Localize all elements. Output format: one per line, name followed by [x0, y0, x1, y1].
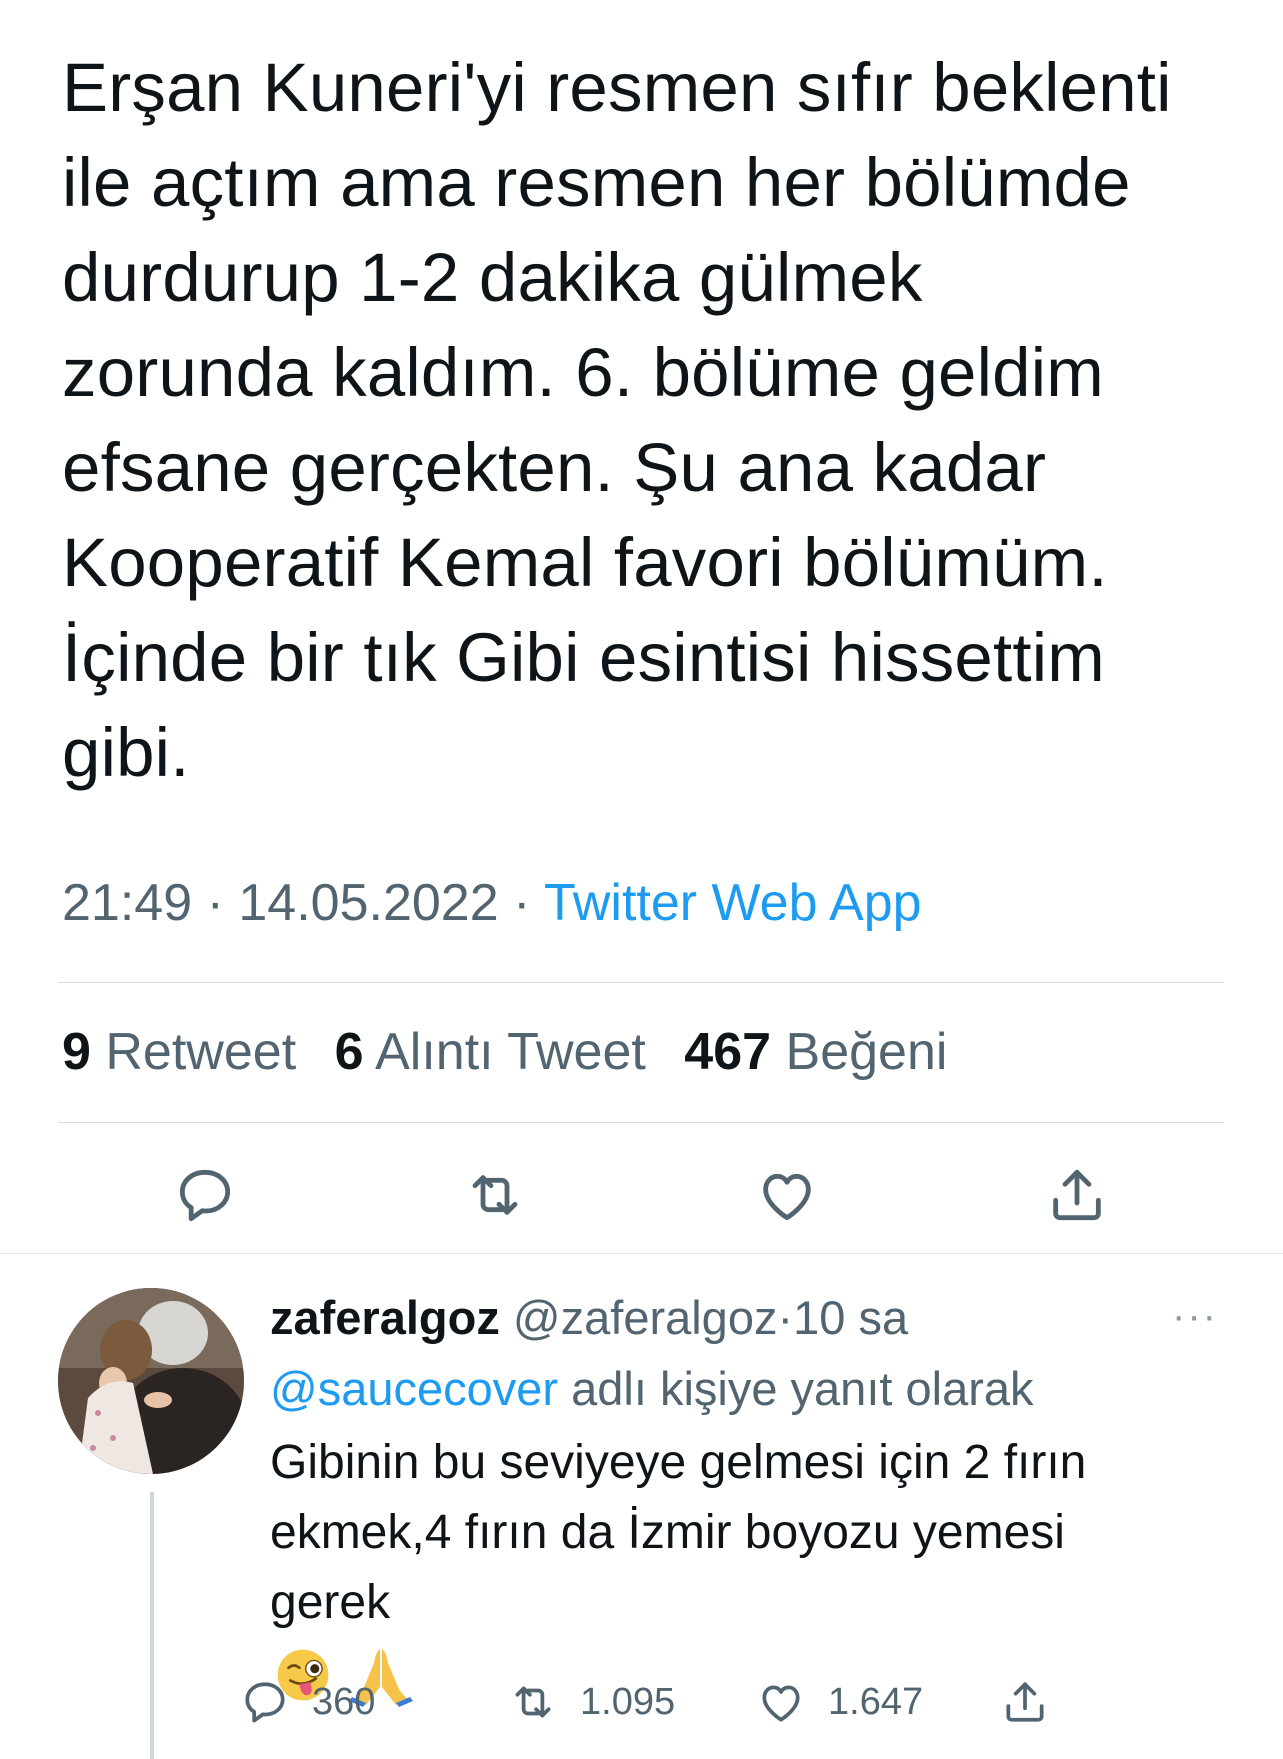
tweet-text-line: İçinde bir tık Gibi esintisi hissettim	[62, 619, 1105, 696]
share-icon	[1053, 1169, 1101, 1221]
like-label: Beğeni	[785, 1023, 948, 1081]
tweet-text-line: zorunda kaldım. 6. bölüme geldim	[62, 334, 1104, 411]
more-options-icon[interactable]: ···	[1172, 1294, 1218, 1339]
reply-tweet[interactable]: zaferalgoz @zaferalgoz·10 sa ··· @saucec…	[0, 1254, 1283, 1759]
reply-author-handle[interactable]: @zaferalgoz	[513, 1291, 778, 1344]
tweet-time[interactable]: 21:49	[62, 874, 192, 932]
tweet-text-line: gibi.	[62, 714, 190, 791]
quote-stat[interactable]: 6 Alıntı Tweet	[335, 1023, 646, 1081]
like-count: 467	[684, 1023, 772, 1081]
share-button[interactable]	[1042, 1160, 1112, 1230]
reply-text-line: Gibinin bu seviyeye gelmesi için 2 fırın	[270, 1436, 1087, 1489]
quote-count: 6	[334, 1023, 364, 1081]
reply-to-handle[interactable]: @saucecover	[270, 1362, 558, 1415]
tweet-meta: 21:49 · 14.05.2022 · Twitter Web App	[62, 873, 922, 933]
tweet-text-line: durdurup 1-2 dakika gülmek	[62, 239, 923, 316]
retweet-icon	[515, 1686, 551, 1718]
tweet-text-line: ile açtım ama resmen her bölümde	[62, 144, 1131, 221]
reply-time[interactable]: 10 sa	[793, 1291, 908, 1344]
tweet-source-link[interactable]: Twitter Web App	[544, 874, 922, 932]
retweet-count: 9	[62, 1023, 91, 1081]
reply-text: Gibinin bu seviyeye gelmesi için 2 fırın…	[270, 1428, 1086, 1708]
reply-count: 360	[312, 1680, 376, 1723]
like-stat[interactable]: 467 Beğeni	[684, 1023, 947, 1081]
reply-action-bar: 360 1.095 1.647	[0, 1672, 1283, 1732]
reply-text-line: ekmek,4 fırın da İzmir boyozu yemesi	[270, 1506, 1065, 1559]
reply-like-button[interactable]: 1.647	[756, 1672, 923, 1732]
reply-retweet-button[interactable]: 1.095	[508, 1672, 675, 1732]
tweet-text-line: Kooperatif Kemal favori bölümüm.	[62, 524, 1108, 601]
meta-separator: ·	[206, 874, 224, 932]
retweet-icon	[472, 1175, 518, 1215]
retweet-count: 1.095	[580, 1680, 676, 1723]
tweet-date[interactable]: 14.05.2022	[238, 874, 498, 932]
reply-button[interactable]	[170, 1160, 240, 1230]
tweet-action-bar	[0, 1160, 1283, 1230]
reply-icon	[245, 1682, 285, 1723]
meta-separator: ·	[513, 874, 531, 932]
tweet-text-line: Erşan Kuneri'yi resmen sıfır beklenti	[62, 49, 1172, 126]
quote-label: Alıntı Tweet	[375, 1023, 646, 1081]
like-icon	[762, 1685, 800, 1722]
avatar[interactable]	[58, 1288, 244, 1474]
meta-separator: ·	[777, 1291, 794, 1344]
like-button[interactable]	[752, 1160, 822, 1230]
reply-to-line: @saucecover adlı kişiye yanıt olarak	[270, 1361, 1034, 1416]
tweet-text: Erşan Kuneri'yi resmen sıfır beklenti il…	[62, 40, 1242, 800]
tweet-text-line: efsane gerçekten. Şu ana kadar	[62, 429, 1047, 506]
tweet-stats: 9 Retweet 6 Alıntı Tweet 467 Beğeni	[62, 1022, 947, 1082]
reply-share-button[interactable]	[1000, 1672, 1050, 1732]
share-icon	[1006, 1682, 1044, 1722]
divider	[58, 1122, 1224, 1123]
reply-reply-button[interactable]: 360	[240, 1672, 375, 1732]
retweet-button[interactable]	[460, 1160, 530, 1230]
reply-header: zaferalgoz @zaferalgoz·10 sa	[270, 1290, 908, 1345]
avatar-photo	[58, 1288, 244, 1474]
reply-text-word: gerek	[270, 1576, 391, 1629]
like-icon	[763, 1173, 811, 1221]
reply-icon	[179, 1169, 231, 1222]
retweet-stat[interactable]: 9 Retweet	[62, 1023, 296, 1081]
reply-author-name[interactable]: zaferalgoz	[270, 1291, 500, 1344]
like-count: 1.647	[828, 1680, 924, 1723]
reply-to-suffix: adlı kişiye yanıt olarak	[571, 1362, 1034, 1415]
retweet-label: Retweet	[105, 1023, 297, 1081]
divider	[58, 982, 1224, 983]
